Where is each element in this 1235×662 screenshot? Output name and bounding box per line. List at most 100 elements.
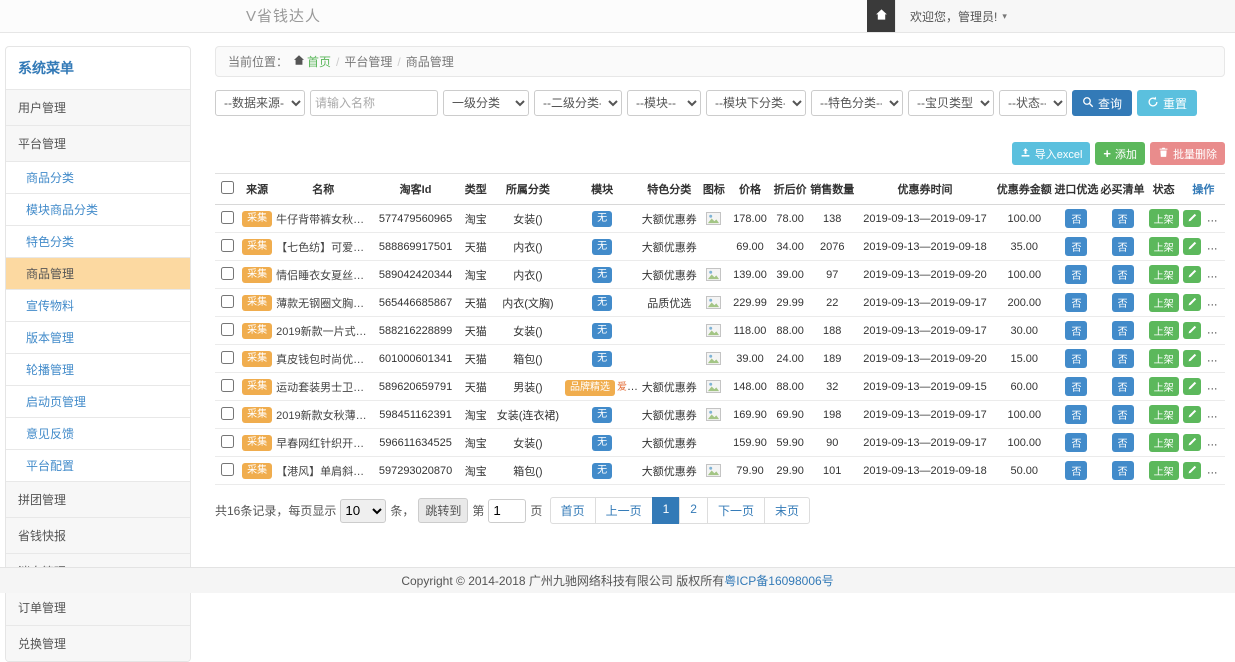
status-button[interactable]: 上架 [1149, 293, 1179, 312]
delete-button[interactable] [1207, 350, 1225, 367]
filter-select[interactable]: --模块下分类-- [706, 90, 806, 116]
sidebar-item[interactable]: 用户管理 [6, 89, 190, 125]
page-button[interactable]: 上一页 [595, 497, 653, 524]
per-page-select[interactable]: 10 [340, 499, 386, 523]
filter-select[interactable]: --状态-- [999, 90, 1067, 116]
import-select-toggle[interactable]: 否 [1065, 461, 1087, 480]
sidebar-item[interactable]: 轮播管理 [6, 353, 190, 385]
row-checkbox[interactable] [221, 323, 234, 336]
sidebar-item[interactable]: 订单管理 [6, 589, 190, 625]
delete-button[interactable] [1207, 266, 1225, 283]
import-select-toggle[interactable]: 否 [1065, 237, 1087, 256]
import-excel-button[interactable]: 导入excel [1012, 142, 1091, 165]
query-button[interactable]: 查询 [1072, 90, 1132, 116]
row-checkbox[interactable] [221, 407, 234, 420]
icp-link[interactable]: 粤ICP备16098006号 [724, 572, 833, 589]
sidebar-item[interactable]: 平台管理 [6, 125, 190, 161]
delete-button[interactable] [1207, 462, 1225, 479]
sidebar-item[interactable]: 省钱快报 [6, 517, 190, 553]
sidebar-item[interactable]: 平台配置 [6, 449, 190, 481]
status-button[interactable]: 上架 [1149, 349, 1179, 368]
status-button[interactable]: 上架 [1149, 265, 1179, 284]
import-select-toggle[interactable]: 否 [1065, 405, 1087, 424]
row-checkbox[interactable] [221, 267, 234, 280]
status-button[interactable]: 上架 [1149, 237, 1179, 256]
page-button[interactable]: 首页 [550, 497, 596, 524]
import-select-toggle[interactable]: 否 [1065, 321, 1087, 340]
delete-button[interactable] [1207, 434, 1225, 451]
sidebar-item[interactable]: 商品分类 [6, 161, 190, 193]
must-buy-toggle[interactable]: 否 [1112, 461, 1134, 480]
page-button[interactable]: 1 [652, 497, 681, 524]
filter-select[interactable]: --宝贝类型-- [908, 90, 994, 116]
filter-select[interactable]: --数据来源-- [215, 90, 305, 116]
page-button[interactable]: 2 [679, 497, 708, 524]
must-buy-toggle[interactable]: 否 [1112, 377, 1134, 396]
breadcrumb-home-link[interactable]: 首页 [293, 53, 331, 70]
row-checkbox[interactable] [221, 239, 234, 252]
edit-button[interactable] [1183, 434, 1201, 451]
delete-button[interactable] [1207, 406, 1225, 423]
sidebar-item[interactable]: 商品管理 [6, 257, 190, 289]
edit-button[interactable] [1183, 266, 1201, 283]
status-button[interactable]: 上架 [1149, 209, 1179, 228]
edit-button[interactable] [1183, 378, 1201, 395]
reset-button[interactable]: 重置 [1137, 90, 1197, 116]
filter-select[interactable]: --特色分类-- [811, 90, 903, 116]
must-buy-toggle[interactable]: 否 [1112, 349, 1134, 368]
row-checkbox[interactable] [221, 379, 234, 392]
breadcrumb-section[interactable]: 平台管理 [344, 53, 392, 70]
import-select-toggle[interactable]: 否 [1065, 265, 1087, 284]
edit-button[interactable] [1183, 462, 1201, 479]
import-select-toggle[interactable]: 否 [1065, 433, 1087, 452]
delete-button[interactable] [1207, 238, 1225, 255]
edit-button[interactable] [1183, 210, 1201, 227]
status-button[interactable]: 上架 [1149, 321, 1179, 340]
import-select-toggle[interactable]: 否 [1065, 209, 1087, 228]
jump-page-input[interactable] [488, 499, 526, 523]
edit-button[interactable] [1183, 294, 1201, 311]
must-buy-toggle[interactable]: 否 [1112, 405, 1134, 424]
filter-select[interactable]: --二级分类-- [534, 90, 622, 116]
page-button[interactable]: 下一页 [707, 497, 765, 524]
row-checkbox[interactable] [221, 435, 234, 448]
must-buy-toggle[interactable]: 否 [1112, 237, 1134, 256]
status-button[interactable]: 上架 [1149, 377, 1179, 396]
must-buy-toggle[interactable]: 否 [1112, 293, 1134, 312]
edit-button[interactable] [1183, 406, 1201, 423]
page-button[interactable]: 末页 [764, 497, 810, 524]
delete-button[interactable] [1207, 322, 1225, 339]
row-checkbox[interactable] [221, 295, 234, 308]
must-buy-toggle[interactable]: 否 [1112, 209, 1134, 228]
user-menu[interactable]: 欢迎您，管理员! ▾ [895, 0, 1235, 32]
status-button[interactable]: 上架 [1149, 433, 1179, 452]
edit-button[interactable] [1183, 350, 1201, 367]
sidebar-item[interactable]: 版本管理 [6, 321, 190, 353]
sidebar-item[interactable]: 宣传物料 [6, 289, 190, 321]
add-button[interactable]: + 添加 [1095, 142, 1145, 165]
import-select-toggle[interactable]: 否 [1065, 349, 1087, 368]
sidebar-item[interactable]: 兑换管理 [6, 625, 190, 661]
import-select-toggle[interactable]: 否 [1065, 377, 1087, 396]
filter-select[interactable]: 一级分类 [443, 90, 529, 116]
status-button[interactable]: 上架 [1149, 405, 1179, 424]
must-buy-toggle[interactable]: 否 [1112, 265, 1134, 284]
jump-button[interactable]: 跳转到 [418, 498, 468, 523]
batch-delete-button[interactable]: 批量删除 [1150, 142, 1225, 165]
row-checkbox[interactable] [221, 463, 234, 476]
delete-button[interactable] [1207, 294, 1225, 311]
filter-select[interactable]: --模块-- [627, 90, 701, 116]
import-select-toggle[interactable]: 否 [1065, 293, 1087, 312]
must-buy-toggle[interactable]: 否 [1112, 433, 1134, 452]
sidebar-item[interactable]: 模块商品分类 [6, 193, 190, 225]
delete-button[interactable] [1207, 210, 1225, 227]
row-checkbox[interactable] [221, 211, 234, 224]
sidebar-item[interactable]: 拼团管理 [6, 481, 190, 517]
row-checkbox[interactable] [221, 351, 234, 364]
sidebar-item[interactable]: 意见反馈 [6, 417, 190, 449]
sidebar-item[interactable]: 启动页管理 [6, 385, 190, 417]
sidebar-item[interactable]: 特色分类 [6, 225, 190, 257]
status-button[interactable]: 上架 [1149, 461, 1179, 480]
select-all-checkbox[interactable] [221, 181, 234, 194]
edit-button[interactable] [1183, 238, 1201, 255]
